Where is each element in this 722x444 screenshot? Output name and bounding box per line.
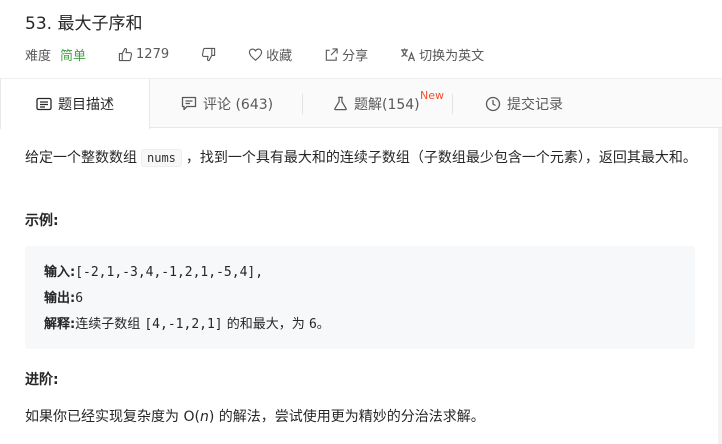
example-explain-code: [4,-1,2,1] [144, 317, 223, 332]
example-explain-line: 解释:连续子数组 [4,-1,2,1] 的和最大，为 6。 [44, 312, 695, 338]
like-count: 1279 [136, 46, 170, 62]
problem-description: 给定一个整数数组 nums ，找到一个具有最大和的连续子数组（子数组最少包含一个元素… [25, 146, 700, 170]
tab-submissions-label: 提交记录 [507, 96, 563, 113]
share-button[interactable]: 分享 [324, 45, 368, 64]
example-output-line: 输出:6 [44, 286, 695, 312]
translate-icon [400, 47, 416, 62]
example-input-label: 输入: [44, 265, 76, 280]
example-explain-pre: 连续子数组 [75, 317, 141, 332]
example-input-line: 输入:[-2,1,-3,4,-1,2,1,-5,4], [44, 260, 695, 286]
difficulty-value: 简单 [60, 48, 87, 64]
problem-title: 53. 最大子序和 [25, 14, 143, 34]
example-output-label: 输出: [44, 291, 76, 306]
tab-divider [452, 94, 453, 114]
clock-icon [485, 96, 501, 112]
example-input-value: [-2,1,-3,4,-1,2,1,-5,4], [75, 265, 264, 280]
description-icon [36, 97, 52, 111]
description-text-1: 给定一个整数数组 [25, 150, 137, 166]
switch-language-label: 切换为英文 [419, 48, 485, 64]
problem-meta-bar: 难度 简单 1279 收藏 分享 切换为英文 [25, 44, 484, 64]
advanced-heading: 进阶: [25, 372, 59, 388]
inline-code-nums: nums [141, 149, 182, 167]
flask-icon [333, 96, 348, 111]
description-text-2: ，找到一个具有最大和的连续子数组（子数组最少包含一个元素），返回其最大和。 [185, 150, 697, 166]
tab-solutions[interactable]: 题解(154) [333, 79, 420, 128]
tab-submissions[interactable]: 提交记录 [485, 79, 563, 128]
heart-icon [248, 47, 263, 62]
share-icon [324, 47, 339, 62]
example-explain-label: 解释: [44, 317, 76, 332]
tab-description-label: 题目描述 [58, 97, 114, 113]
share-label: 分享 [342, 48, 369, 64]
example-heading: 示例: [25, 213, 59, 229]
thumbs-down-icon [201, 47, 216, 62]
advanced-text-pre: 如果你已经实现复杂度为 O( [25, 409, 200, 425]
new-badge: New [420, 89, 444, 102]
thumbs-up-icon [118, 47, 133, 62]
like-button[interactable]: 1279 [118, 47, 169, 62]
dislike-button[interactable] [201, 47, 216, 62]
favorite-label: 收藏 [266, 48, 293, 64]
tab-comments-label: 评论 (643) [203, 96, 274, 113]
example-output-value: 6 [75, 291, 84, 306]
example-explain-end: 。 [316, 317, 330, 332]
switch-language-button[interactable]: 切换为英文 [400, 45, 484, 64]
example-block: 输入:[-2,1,-3,4,-1,2,1,-5,4], 输出:6 解释:连续子数… [25, 246, 695, 349]
tab-description[interactable]: 题目描述 [0, 79, 150, 129]
example-explain-num: 6 [308, 317, 317, 332]
advanced-text-n: n [199, 409, 209, 425]
favorite-button[interactable]: 收藏 [248, 45, 292, 64]
difficulty-label: 难度 [25, 48, 52, 64]
problem-header: 53. 最大子序和 难度 简单 1279 收藏 分享 切换为英文 [0, 0, 722, 78]
advanced-text-post: ) 的解法，尝试使用更为精妙的分治法求解。 [208, 409, 485, 425]
tab-solutions-label: 题解(154) [354, 96, 420, 113]
comment-icon [181, 96, 197, 111]
tab-comments[interactable]: 评论 (643) [181, 79, 273, 128]
example-explain-mid: 的和最大，为 [226, 317, 305, 332]
tab-divider [302, 94, 303, 114]
scrollbar[interactable] [718, 128, 722, 444]
advanced-text: 如果你已经实现复杂度为 O(n) 的解法，尝试使用更为精妙的分治法求解。 [25, 406, 485, 426]
tab-bar: 题目描述 评论 (643) 题解(154) New 提交记录 [0, 78, 722, 129]
